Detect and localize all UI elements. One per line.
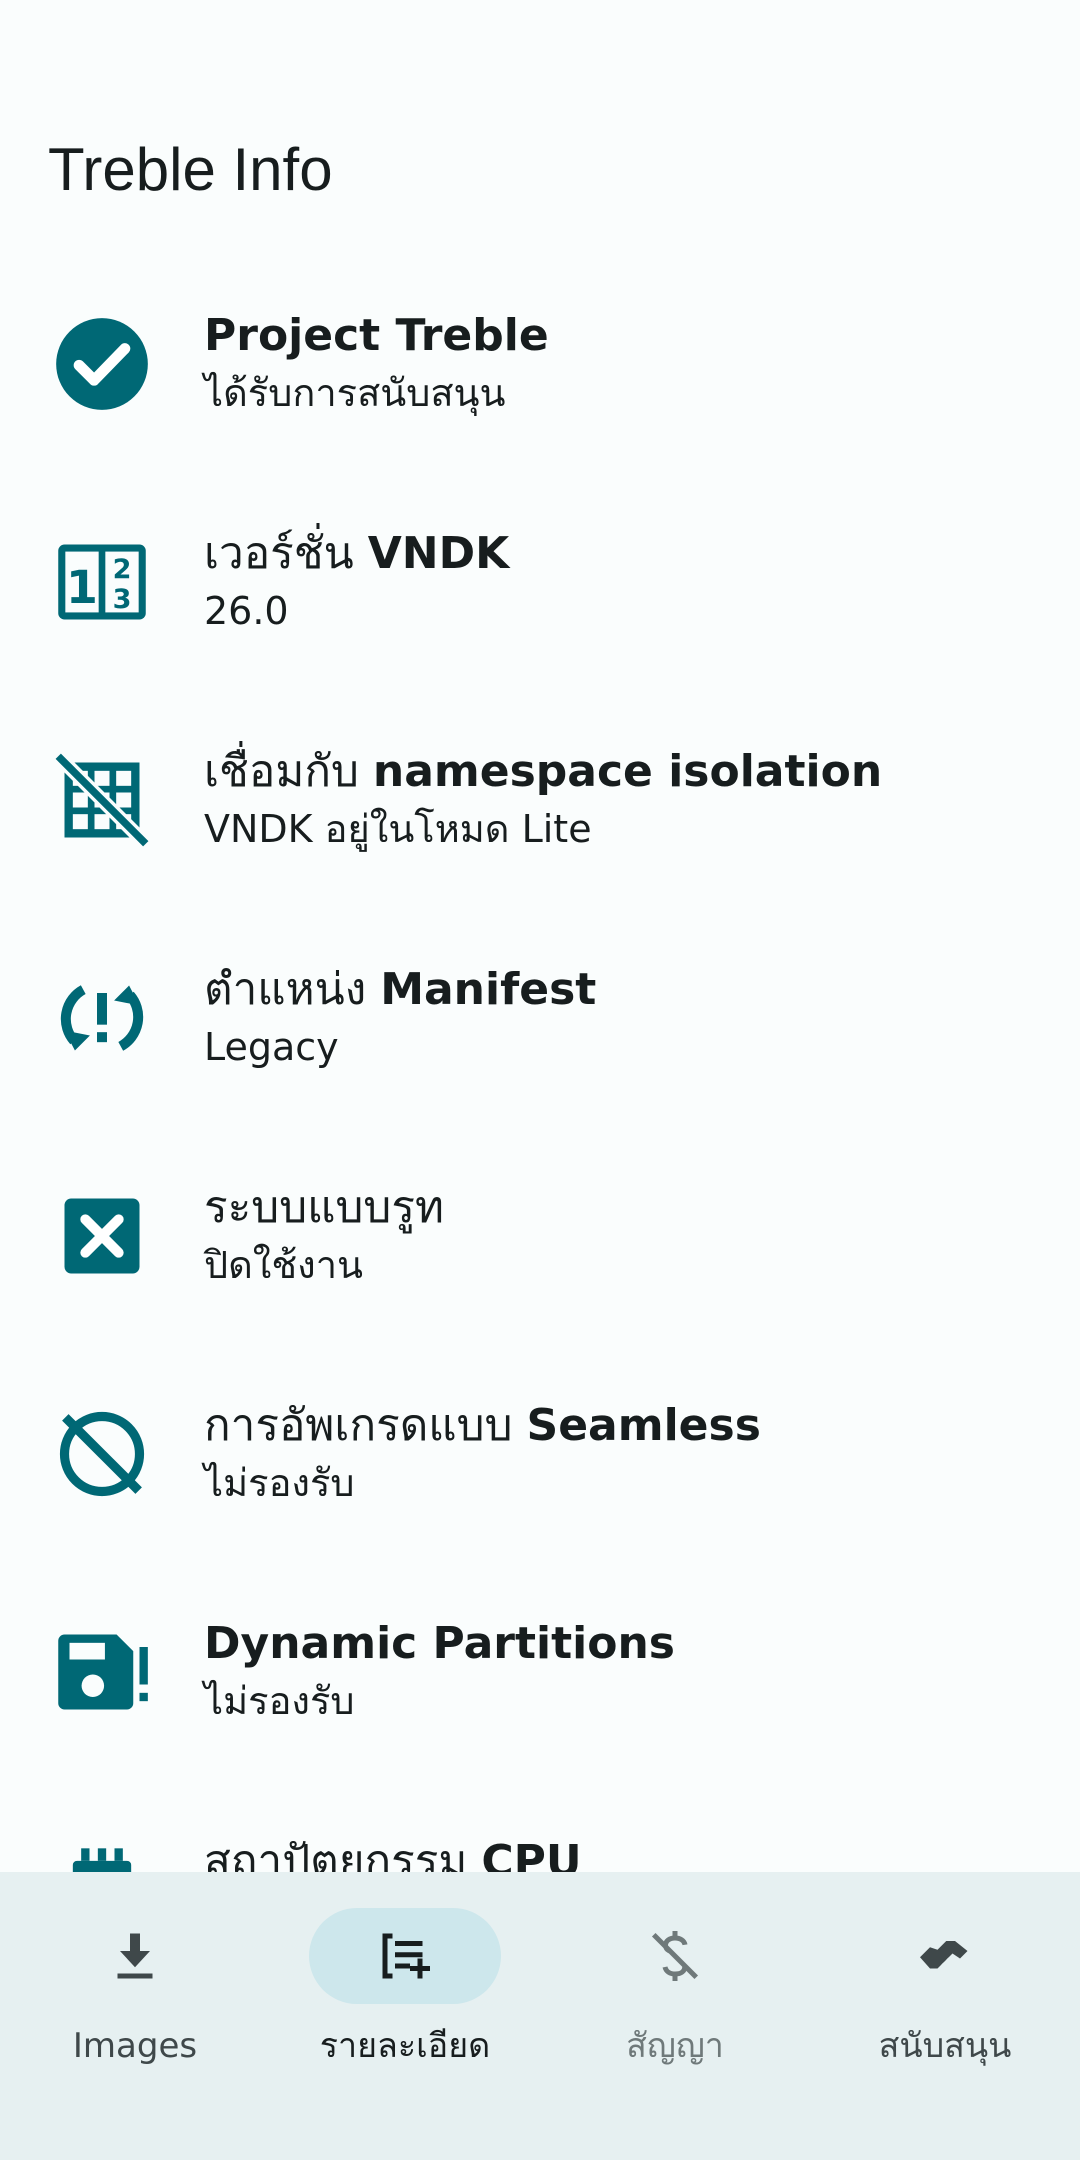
item-title: สถาปัตยกรรม CPU	[204, 1836, 582, 1872]
item-subtitle: ไม่รองรับ	[204, 1461, 355, 1505]
nav-item-support[interactable]: สนับสนุน	[810, 1908, 1080, 2128]
page-title: Treble Info	[48, 136, 333, 203]
nav-item-images[interactable]: Images	[0, 1908, 270, 2128]
list-item-manifest-location[interactable]: ตำแหน่ง Manifest Legacy	[0, 954, 1080, 1172]
item-subtitle: VNDK อยู่ในโหมด Lite	[204, 807, 592, 851]
money-off-icon	[645, 1926, 705, 1986]
item-subtitle: 26.0	[204, 589, 289, 633]
playlist-add-icon	[375, 1926, 435, 1986]
list-item-namespace-isolation[interactable]: เชื่อมกับ namespace isolation VNDK อยู่ใ…	[0, 736, 1080, 954]
item-title: เชื่อมกับ namespace isolation	[204, 746, 883, 797]
item-title: Project Treble	[204, 310, 549, 361]
item-subtitle: Legacy	[204, 1025, 339, 1069]
nav-label: สนับสนุน	[878, 2026, 1012, 2066]
item-title: ระบบแบบรูท	[204, 1182, 444, 1233]
svg-text:2: 2	[113, 554, 132, 585]
item-title: การอัพเกรดแบบ Seamless	[204, 1400, 761, 1451]
check-circle-icon	[52, 314, 152, 414]
item-title: ตำแหน่ง Manifest	[204, 964, 597, 1015]
info-list[interactable]: Project Treble ได้รับการสนับสนุน 123 เวอ…	[0, 300, 1080, 1872]
item-subtitle: ปิดใช้งาน	[204, 1243, 364, 1287]
list-item-cpu-architecture[interactable]: สถาปัตยกรรม CPU	[0, 1826, 1080, 1872]
bottom-navigation-bar: Images รายละเอียด สัญญา สนับสนุน	[0, 1872, 1080, 2160]
list-item-project-treble[interactable]: Project Treble ได้รับการสนับสนุน	[0, 300, 1080, 518]
list-item-vndk-version[interactable]: 123 เวอร์ชั่น VNDK 26.0	[0, 518, 1080, 736]
nav-item-license[interactable]: สัญญา	[540, 1908, 810, 2128]
list-item-root[interactable]: ระบบแบบรูท ปิดใช้งาน	[0, 1172, 1080, 1390]
item-subtitle: ไม่รองรับ	[204, 1679, 355, 1723]
numbers-box-icon: 123	[52, 532, 152, 632]
close-box-icon	[52, 1186, 152, 1286]
sync-problem-icon	[52, 968, 152, 1068]
list-item-dynamic-partitions[interactable]: Dynamic Partitions ไม่รองรับ	[0, 1608, 1080, 1826]
nav-label: Images	[72, 2026, 198, 2066]
download-icon	[105, 1926, 165, 1986]
block-icon	[52, 1404, 152, 1504]
grid-off-icon	[52, 750, 152, 850]
nav-label: รายละเอียด	[319, 2026, 491, 2066]
item-title: Dynamic Partitions	[204, 1618, 675, 1669]
nav-label: สัญญา	[626, 2026, 724, 2066]
item-title: เวอร์ชั่น VNDK	[204, 528, 510, 579]
handshake-icon	[915, 1926, 975, 1986]
svg-text:1: 1	[66, 560, 98, 614]
list-item-seamless-updates[interactable]: การอัพเกรดแบบ Seamless ไม่รองรับ	[0, 1390, 1080, 1608]
svg-text:3: 3	[113, 584, 132, 615]
save-alert-icon	[52, 1622, 152, 1722]
item-subtitle: ได้รับการสนับสนุน	[204, 371, 506, 415]
cpu-chip-icon	[52, 1840, 152, 1872]
nav-item-details[interactable]: รายละเอียด	[270, 1908, 540, 2128]
